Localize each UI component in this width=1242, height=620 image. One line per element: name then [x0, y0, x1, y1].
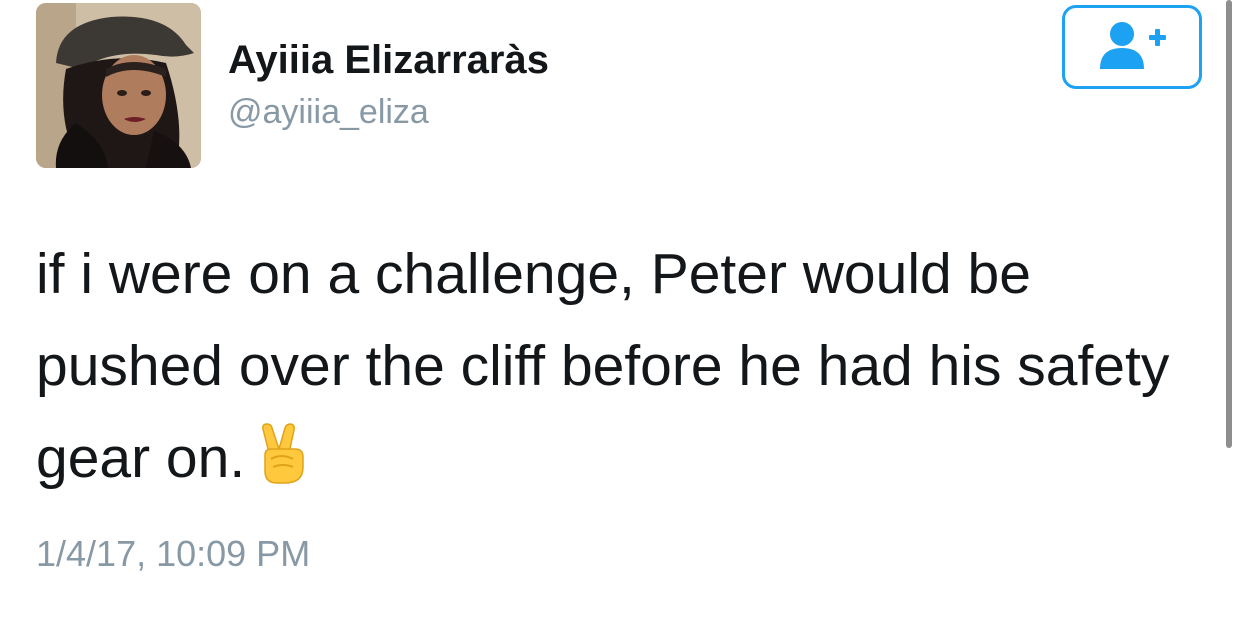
follow-button[interactable] [1062, 5, 1202, 89]
avatar[interactable] [36, 3, 201, 168]
tweet-body: if i were on a challenge, Peter would be… [36, 242, 1170, 490]
user-handle[interactable]: @ayiiia_eliza [228, 92, 429, 132]
profile-photo [36, 3, 201, 168]
tweet-text: if i were on a challenge, Peter would be… [36, 228, 1206, 512]
display-name[interactable]: Ayiiia Elizarraràs [228, 36, 549, 84]
victory-hand-emoji [255, 420, 309, 512]
add-user-icon [1096, 19, 1168, 76]
tweet-timestamp[interactable]: 1/4/17, 10:09 PM [36, 532, 310, 576]
scrollbar[interactable] [1226, 0, 1232, 448]
